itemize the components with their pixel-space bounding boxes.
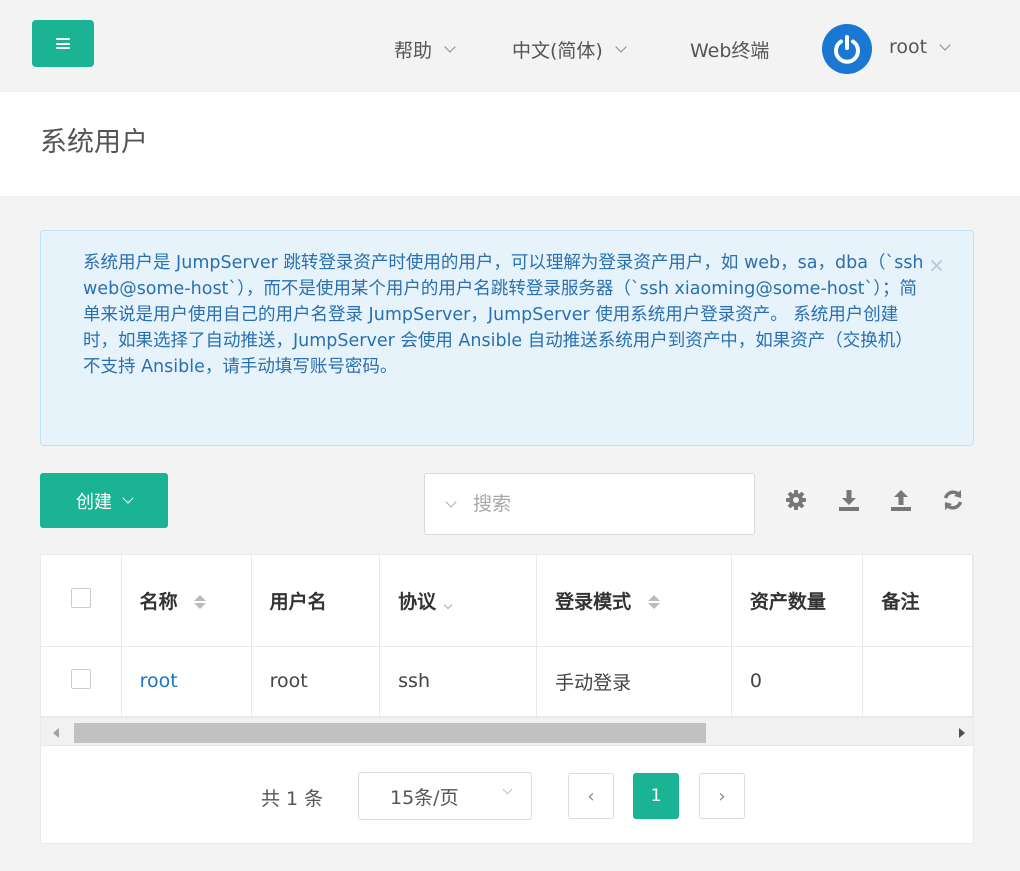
column-label: 协议 (398, 590, 437, 613)
create-label: 创建 (76, 491, 112, 513)
column-header-comment: 备注 (862, 555, 973, 647)
cell-comment (862, 646, 973, 717)
web-terminal-link[interactable]: Web终端 (690, 36, 769, 63)
column-label: 名称 (139, 590, 178, 613)
column-header-login-mode[interactable]: 登录模式 (536, 555, 732, 647)
column-header-username: 用户名 (251, 555, 381, 647)
web-terminal-label: Web终端 (690, 40, 770, 62)
chevron-left-icon: ‹ (587, 785, 595, 807)
table: 名称 用户名 协议 登录模式 资产数量 备注 root root ssh 手动登… (41, 555, 973, 717)
column-header-name[interactable]: 名称 (121, 555, 252, 647)
cell-name: root (121, 646, 252, 717)
close-icon[interactable]: × (928, 253, 945, 277)
page-size-label: 15条/页 (390, 786, 459, 809)
menu-toggle-button[interactable] (32, 20, 94, 67)
cell-asset-count: 0 (731, 646, 864, 717)
total-count: 共 1 条 (261, 788, 324, 810)
column-label: 用户名 (269, 590, 327, 613)
system-user-table: 名称 用户名 协议 登录模式 资产数量 备注 root root ssh 手动登… (40, 554, 974, 746)
info-alert: 系统用户是 JumpServer 跳转登录资产时使用的用户，可以理解为登录资产用… (40, 230, 974, 446)
page-header: 系统用户 (0, 92, 1020, 196)
user-menu[interactable]: root (889, 36, 951, 58)
alert-text: 系统用户是 JumpServer 跳转登录资产时使用的用户，可以理解为登录资产用… (83, 253, 924, 377)
row-checkbox[interactable] (71, 668, 91, 689)
power-icon (834, 35, 860, 64)
sort-icon[interactable] (194, 595, 207, 610)
chevron-down-icon (502, 784, 513, 795)
user-label: root (889, 36, 928, 58)
horizontal-scrollbar[interactable] (41, 717, 973, 745)
column-label: 资产数量 (749, 590, 826, 613)
table-header-row: 名称 用户名 协议 登录模式 资产数量 备注 (41, 555, 973, 647)
upload-icon[interactable] (888, 487, 914, 513)
hamburger-icon (56, 38, 70, 49)
sort-icon[interactable] (647, 595, 660, 610)
help-menu[interactable]: 帮助 (394, 36, 456, 63)
chevron-down-icon[interactable] (443, 600, 453, 609)
language-menu[interactable]: 中文(简体) (512, 36, 627, 63)
avatar[interactable] (822, 24, 872, 74)
chevron-down-icon[interactable] (445, 495, 457, 508)
language-label: 中文(简体) (512, 40, 603, 62)
scroll-left-icon[interactable] (53, 728, 59, 738)
chevron-down-icon (939, 38, 951, 51)
search-input[interactable] (473, 493, 713, 515)
cell-protocol: ssh (379, 646, 538, 717)
select-all-cell (41, 555, 122, 647)
help-label: 帮助 (394, 40, 433, 62)
search-box[interactable] (424, 473, 755, 535)
page-size-select[interactable]: 15条/页 (358, 772, 532, 820)
next-page-button[interactable]: › (699, 773, 745, 819)
table-row: root root ssh 手动登录 0 (41, 646, 973, 717)
column-header-protocol[interactable]: 协议 (379, 555, 538, 647)
select-all-checkbox[interactable] (71, 587, 91, 608)
cell-login-mode: 手动登录 (536, 646, 732, 717)
chevron-down-icon (444, 41, 456, 53)
system-user-link[interactable]: root (140, 670, 178, 692)
page-number-button[interactable]: 1 (633, 773, 679, 819)
column-label: 备注 (881, 590, 920, 613)
top-navbar: 帮助 中文(简体) Web终端 root (0, 0, 1020, 92)
chevron-down-icon (615, 41, 627, 53)
column-label: 登录模式 (555, 590, 632, 613)
prev-page-button[interactable]: ‹ (568, 773, 614, 819)
page-title: 系统用户 (40, 127, 148, 158)
chevron-down-icon (122, 492, 134, 504)
create-button[interactable]: 创建 (40, 473, 168, 528)
chevron-right-icon: › (718, 785, 726, 807)
cell-username: root (251, 646, 381, 717)
download-icon[interactable] (836, 487, 862, 513)
pagination: 共 1 条 15条/页 ‹ 1 › (40, 746, 974, 844)
column-header-asset-count: 资产数量 (731, 555, 864, 647)
gear-icon[interactable] (783, 487, 809, 513)
refresh-icon[interactable] (940, 487, 966, 513)
scrollbar-thumb[interactable] (74, 723, 706, 743)
scroll-right-icon[interactable] (959, 728, 965, 738)
page-number-label: 1 (650, 786, 662, 806)
row-select-cell (41, 646, 122, 717)
